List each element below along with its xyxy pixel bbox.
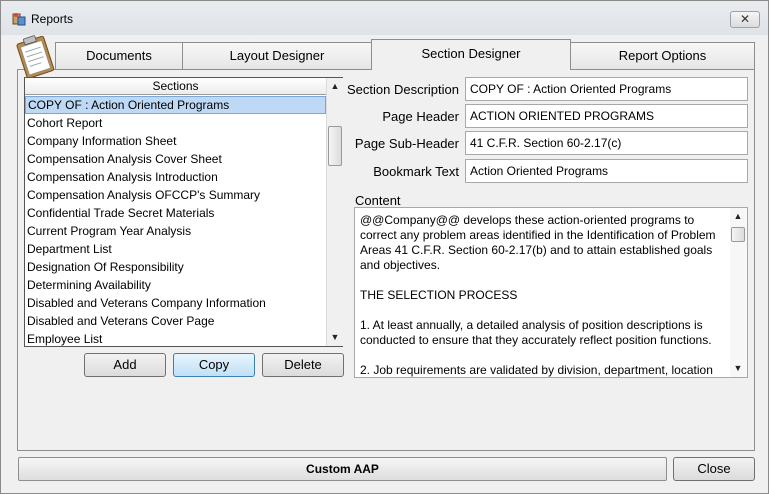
tab-section-designer[interactable]: Section Designer bbox=[371, 39, 571, 70]
content-scroll-thumb[interactable] bbox=[731, 227, 745, 242]
sections-listbox[interactable]: Sections COPY OF : Action Oriented Progr… bbox=[24, 77, 343, 347]
list-item[interactable]: Compensation Analysis OFCCP's Summary bbox=[25, 186, 326, 204]
content-paragraph: 2. Job requirements are validated by div… bbox=[360, 363, 713, 377]
add-button[interactable]: Add bbox=[84, 353, 166, 377]
content-scrollbar[interactable]: ▲ ▼ bbox=[730, 208, 747, 377]
section-description-label: Section Description bbox=[347, 82, 459, 97]
list-item[interactable]: Current Program Year Analysis bbox=[25, 222, 326, 240]
list-item[interactable]: Determining Availability bbox=[25, 276, 326, 294]
delete-button[interactable]: Delete bbox=[262, 353, 344, 377]
scroll-up-icon[interactable]: ▲ bbox=[730, 208, 746, 225]
reports-window: Reports ✕ Documents Layout Designer Sect… bbox=[0, 0, 769, 494]
tab-documents[interactable]: Documents bbox=[55, 42, 183, 69]
tab-layout-designer[interactable]: Layout Designer bbox=[182, 42, 372, 69]
scroll-down-icon[interactable]: ▼ bbox=[327, 329, 343, 346]
section-description-field[interactable]: COPY OF : Action Oriented Programs bbox=[465, 77, 748, 101]
scroll-down-icon[interactable]: ▼ bbox=[730, 360, 746, 377]
content-text: @@Company@@ develops these action-orient… bbox=[360, 213, 728, 377]
sections-scrollbar[interactable]: ▲ ▼ bbox=[326, 78, 343, 346]
list-item[interactable]: Employee List bbox=[25, 330, 326, 346]
list-item[interactable]: Designation Of Responsibility bbox=[25, 258, 326, 276]
tab-report-options[interactable]: Report Options bbox=[570, 42, 755, 69]
list-item[interactable]: COPY OF : Action Oriented Programs bbox=[25, 96, 326, 114]
close-button[interactable]: Close bbox=[673, 457, 755, 481]
copy-button[interactable]: Copy bbox=[173, 353, 255, 377]
bookmark-text-label: Bookmark Text bbox=[373, 164, 459, 179]
list-item[interactable]: Compensation Analysis Cover Sheet bbox=[25, 150, 326, 168]
clipboard-icon bbox=[16, 35, 55, 79]
content-label: Content bbox=[355, 193, 401, 208]
list-item[interactable]: Confidential Trade Secret Materials bbox=[25, 204, 326, 222]
content-textarea[interactable]: @@Company@@ develops these action-orient… bbox=[354, 207, 748, 378]
list-item[interactable]: Company Information Sheet bbox=[25, 132, 326, 150]
window-close-button[interactable]: ✕ bbox=[730, 11, 760, 28]
page-subheader-label: Page Sub-Header bbox=[354, 136, 459, 151]
list-item[interactable]: Compensation Analysis Introduction bbox=[25, 168, 326, 186]
list-item[interactable]: Department List bbox=[25, 240, 326, 258]
sections-list[interactable]: COPY OF : Action Oriented Programs Cohort… bbox=[25, 96, 326, 346]
content-paragraph: THE SELECTION PROCESS bbox=[360, 288, 518, 302]
window-title: Reports bbox=[31, 12, 74, 26]
list-item[interactable]: Disabled and Veterans Cover Page bbox=[25, 312, 326, 330]
bookmark-text-field[interactable]: Action Oriented Programs bbox=[465, 159, 748, 183]
list-item[interactable]: Disabled and Veterans Company Informatio… bbox=[25, 294, 326, 312]
content-paragraph: 1. At least annually, a detailed analysi… bbox=[360, 318, 712, 347]
page-header-label: Page Header bbox=[382, 109, 459, 124]
custom-aap-bar: Custom AAP bbox=[18, 457, 667, 481]
title-bar: Reports ✕ bbox=[1, 1, 768, 35]
scroll-up-icon[interactable]: ▲ bbox=[327, 78, 343, 95]
sections-scroll-thumb[interactable] bbox=[328, 126, 342, 166]
list-item[interactable]: Cohort Report bbox=[25, 114, 326, 132]
content-paragraph: @@Company@@ develops these action-orient… bbox=[360, 213, 716, 272]
page-header-field[interactable]: ACTION ORIENTED PROGRAMS bbox=[465, 104, 748, 128]
page-subheader-field[interactable]: 41 C.F.R. Section 60-2.17(c) bbox=[465, 131, 748, 155]
reports-app-icon bbox=[12, 13, 26, 26]
sections-header: Sections bbox=[25, 78, 326, 95]
